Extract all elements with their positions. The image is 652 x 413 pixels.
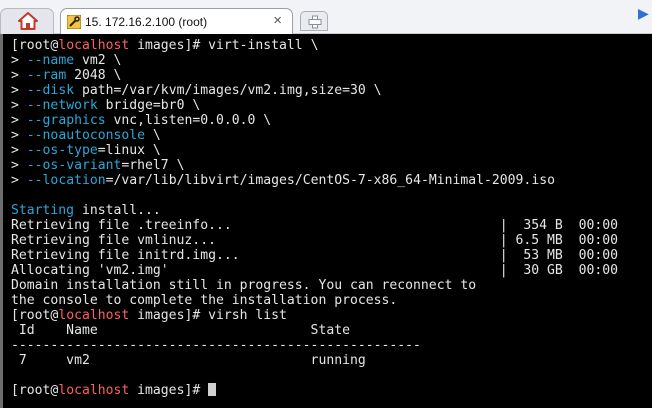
- option-text: --os-variant: [26, 158, 122, 173]
- hostname-text: localhost: [58, 308, 130, 323]
- option-text: --noautoconsole: [26, 128, 146, 143]
- hostname-text: localhost: [58, 383, 130, 398]
- terminal-text: [root@: [11, 38, 59, 53]
- terminal-cursor: [208, 383, 217, 396]
- option-text: --disk: [26, 83, 75, 98]
- terminal-line: Starting install...: [11, 203, 618, 218]
- terminal-text: bridge=br0 \: [97, 98, 201, 113]
- terminal-text: >: [11, 128, 27, 143]
- terminal-text: images]#: [129, 383, 209, 398]
- tab-bar: 15. 172.16.2.100 (root) × ▶: [0, 0, 652, 35]
- terminal-text: path=/var/kvm/images/vm2.img,size=30 \: [74, 83, 382, 98]
- hostname-text: localhost: [58, 38, 130, 53]
- terminal-text: Retrieving file vmlinuz... | 6.5 MB 00:0…: [11, 233, 618, 248]
- terminal-line: Retrieving file initrd.img... | 53 MB 00…: [11, 248, 618, 263]
- terminal-line: Id Name State: [11, 323, 618, 338]
- terminal-text: >: [11, 53, 27, 68]
- terminal-line: > --os-variant=rhel7 \: [11, 158, 618, 173]
- terminal-text: Domain installation still in progress. Y…: [11, 278, 477, 293]
- terminal-text: install...: [74, 203, 161, 218]
- terminal-line: [root@localhost images]# virt-install \: [11, 38, 618, 53]
- home-icon: [18, 12, 38, 30]
- terminal-line: > --location=/var/lib/libvirt/images/Cen…: [11, 173, 618, 188]
- tab-session-title: 15. 172.16.2.100 (root): [85, 15, 208, 29]
- terminal-line: > --disk path=/var/kvm/images/vm2.img,si…: [11, 83, 618, 98]
- option-text: --name: [26, 53, 75, 68]
- option-text: --graphics: [26, 113, 106, 128]
- terminal-text: 2048 \: [66, 68, 122, 83]
- terminal-line: ----------------------------------------…: [11, 338, 618, 353]
- terminal-text: images]# virsh list: [129, 308, 287, 323]
- terminal-text: =rhel7 \: [121, 158, 185, 173]
- new-tab-button[interactable]: [300, 11, 328, 31]
- terminal-text: =/var/lib/libvirt/images/CentOS-7-x86_64…: [105, 173, 555, 188]
- terminal-text: >: [11, 143, 27, 158]
- terminal-text: 7 vm2 running: [11, 353, 366, 368]
- terminal-output: [root@localhost images]# virt-install \ >…: [11, 38, 618, 398]
- terminal-text: >: [11, 83, 27, 98]
- terminal-text: the console to complete the installation…: [11, 293, 398, 308]
- terminal-text: vnc,listen=0.0.0.0 \: [105, 113, 272, 128]
- terminal-text: [root@: [11, 383, 59, 398]
- terminal-text: [root@: [11, 308, 59, 323]
- close-icon[interactable]: ×: [273, 12, 282, 29]
- terminal-text: Id Name State: [11, 323, 350, 338]
- terminal-text: =linux \: [97, 143, 161, 158]
- option-text: --location: [26, 173, 106, 188]
- terminal-text: >: [11, 98, 27, 113]
- terminal-line: 7 vm2 running: [11, 353, 618, 368]
- option-text: --os-type: [26, 143, 98, 158]
- terminal-text: >: [11, 113, 27, 128]
- option-text: Starting: [11, 203, 75, 218]
- option-text: --network: [26, 98, 98, 113]
- terminal-text: vm2 \: [74, 53, 122, 68]
- terminal-window[interactable]: [root@localhost images]# virt-install \ >…: [0, 34, 652, 408]
- home-tab[interactable]: [0, 8, 54, 34]
- tab-session[interactable]: 15. 172.16.2.100 (root) ×: [60, 8, 293, 35]
- terminal-key-icon: [67, 15, 81, 29]
- tab-scroll-right-icon[interactable]: ▶: [638, 6, 649, 22]
- terminal-text: \: [145, 128, 161, 143]
- terminal-line: Allocating 'vm2.img' | 30 GB 00:00: [11, 263, 618, 278]
- terminal-line: > --noautoconsole \: [11, 128, 618, 143]
- terminal-line: Retrieving file .treeinfo... | 354 B 00:…: [11, 218, 618, 233]
- terminal-text: Retrieving file initrd.img... | 53 MB 00…: [11, 248, 618, 263]
- terminal-line: the console to complete the installation…: [11, 293, 618, 308]
- terminal-text: >: [11, 173, 27, 188]
- terminal-text: >: [11, 68, 27, 83]
- terminal-text: Allocating 'vm2.img' | 30 GB 00:00: [11, 263, 618, 278]
- terminal-line: > --os-type=linux \: [11, 143, 618, 158]
- terminal-line: [root@localhost images]# virsh list: [11, 308, 618, 323]
- status-strip: [0, 408, 652, 413]
- terminal-line: > --network bridge=br0 \: [11, 98, 618, 113]
- new-tab-icon: [308, 15, 322, 29]
- terminal-text: ----------------------------------------…: [11, 338, 421, 353]
- option-text: --ram: [26, 68, 67, 83]
- terminal-text: >: [11, 158, 27, 173]
- terminal-text: Retrieving file .treeinfo... | 354 B 00:…: [11, 218, 618, 233]
- terminal-text: images]# virt-install \: [129, 38, 319, 53]
- terminal-line: > --ram 2048 \: [11, 68, 618, 83]
- terminal-line: Retrieving file vmlinuz... | 6.5 MB 00:0…: [11, 233, 618, 248]
- terminal-line: [root@localhost images]#: [11, 383, 618, 398]
- terminal-line: Domain installation still in progress. Y…: [11, 278, 618, 293]
- terminal-line: > --graphics vnc,listen=0.0.0.0 \: [11, 113, 618, 128]
- terminal-line: > --name vm2 \: [11, 53, 618, 68]
